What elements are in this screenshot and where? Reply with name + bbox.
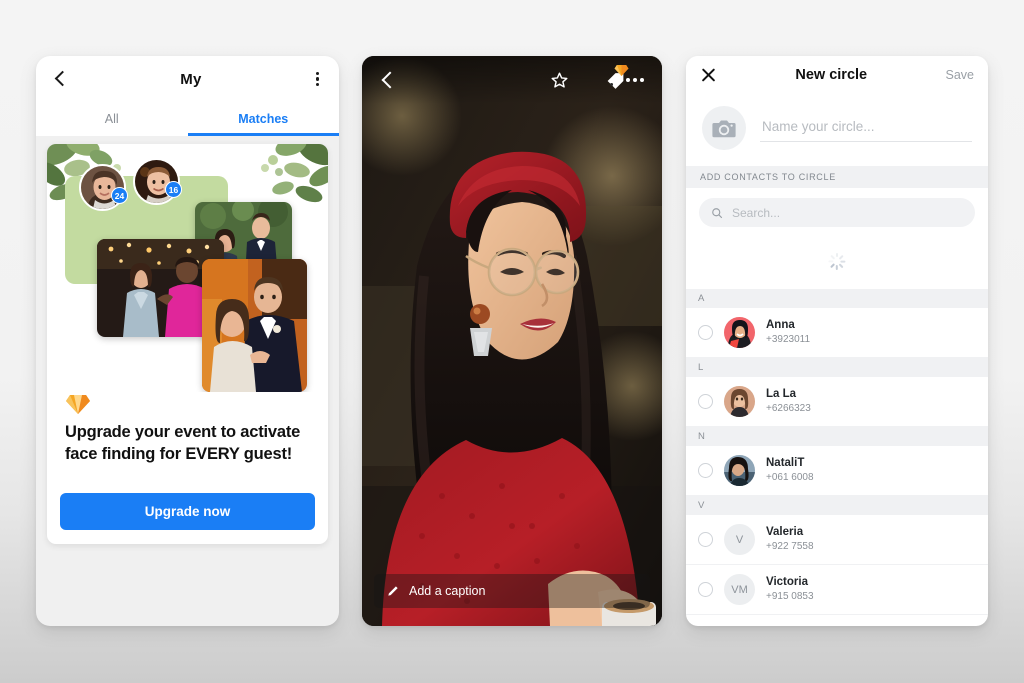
contacts-section-header: A	[686, 289, 988, 308]
contact-avatar	[724, 455, 755, 486]
phone-panel-photo-viewer: Add a caption	[362, 56, 662, 626]
add-caption-label: Add a caption	[409, 584, 486, 598]
panel1-body: 24 16 Upgrade your event to activate fac…	[36, 136, 339, 544]
star-outline-icon[interactable]	[550, 71, 569, 90]
pencil-icon	[388, 586, 398, 596]
contact-row[interactable]: VM Victoria +915 0853	[686, 565, 988, 615]
search-wrapper	[686, 188, 988, 233]
tab-bar: All Matches	[36, 102, 339, 136]
photo-toolbar	[362, 56, 662, 104]
add-contacts-section-label: ADD CONTACTS TO CIRCLE	[686, 166, 988, 188]
contact-phone: +061 6008	[766, 472, 814, 484]
contact-name: Anna	[766, 318, 795, 331]
search-input[interactable]	[732, 205, 963, 220]
photo-portrait	[362, 56, 662, 626]
tag-icon[interactable]	[605, 64, 629, 91]
contacts-section-header: V	[686, 496, 988, 515]
contact-phone: +922 7558	[766, 541, 814, 553]
page-title: New circle	[795, 67, 868, 83]
close-icon[interactable]	[700, 67, 717, 84]
contact-name: Valeria	[766, 525, 804, 538]
panel1-header: My	[36, 56, 339, 102]
phone-panel-new-circle: New circle Save ADD CONTACTS TO CIRCLE	[686, 56, 988, 626]
contact-avatar	[724, 386, 755, 417]
phone-panel-matches: My All Matches 24 16 Upgrade your event …	[36, 56, 339, 626]
contact-phone: +6266323	[766, 403, 811, 415]
contact-avatar	[724, 317, 755, 348]
back-icon[interactable]	[378, 69, 400, 91]
contact-phone: +3923011	[766, 334, 811, 346]
photo-collage: 24 16	[47, 144, 328, 392]
search-box[interactable]	[699, 198, 975, 227]
diamond-icon	[66, 395, 90, 414]
contact-row[interactable]: La La +6266323	[686, 377, 988, 427]
ellipsis-icon[interactable]	[626, 78, 644, 82]
contacts-section-header: L	[686, 358, 988, 377]
guest-match-badge-1: 24	[111, 187, 128, 204]
contact-name: La La	[766, 387, 797, 400]
contact-select-checkbox[interactable]	[698, 582, 713, 597]
diamond-icon	[614, 64, 629, 76]
promo-headline: Upgrade your event to activate face find…	[65, 423, 301, 463]
page-title: My	[180, 70, 202, 88]
loading-spinner-area	[686, 233, 988, 289]
tab-all[interactable]: All	[36, 102, 188, 136]
tab-matches[interactable]: Matches	[187, 102, 340, 136]
save-button[interactable]: Save	[946, 68, 975, 82]
search-icon	[712, 207, 723, 218]
contact-avatar: VM	[724, 574, 755, 605]
contact-select-checkbox[interactable]	[698, 532, 713, 547]
contact-select-checkbox[interactable]	[698, 325, 713, 340]
contacts-list: A Anna +3923011 L La La +6266323 N NataliT +061 …	[686, 289, 988, 615]
back-icon[interactable]	[52, 70, 70, 88]
kebab-menu-icon[interactable]	[312, 68, 323, 91]
guest-match-badge-2: 16	[165, 181, 182, 198]
upgrade-now-button[interactable]: Upgrade now	[60, 493, 315, 530]
upgrade-promo-card: 24 16 Upgrade your event to activate fac…	[47, 144, 328, 544]
contact-select-checkbox[interactable]	[698, 463, 713, 478]
new-circle-header: New circle Save	[686, 56, 988, 94]
contact-row[interactable]: V Valeria +922 7558	[686, 515, 988, 565]
contact-name: NataliT	[766, 456, 805, 469]
contact-name: Victoria	[766, 575, 808, 588]
contact-phone: +915 0853	[766, 591, 814, 603]
camera-icon[interactable]	[702, 106, 746, 150]
contact-row[interactable]: NataliT +061 6008	[686, 446, 988, 496]
contact-row[interactable]: Anna +3923011	[686, 308, 988, 358]
contact-select-checkbox[interactable]	[698, 394, 713, 409]
add-caption-bar[interactable]: Add a caption	[374, 574, 650, 608]
circle-name-row	[686, 94, 988, 166]
contacts-section-header: N	[686, 427, 988, 446]
circle-name-input[interactable]	[760, 114, 972, 142]
collage-photo-3[interactable]	[202, 259, 307, 392]
contact-avatar: V	[724, 524, 755, 555]
loading-spinner-icon	[828, 252, 846, 270]
